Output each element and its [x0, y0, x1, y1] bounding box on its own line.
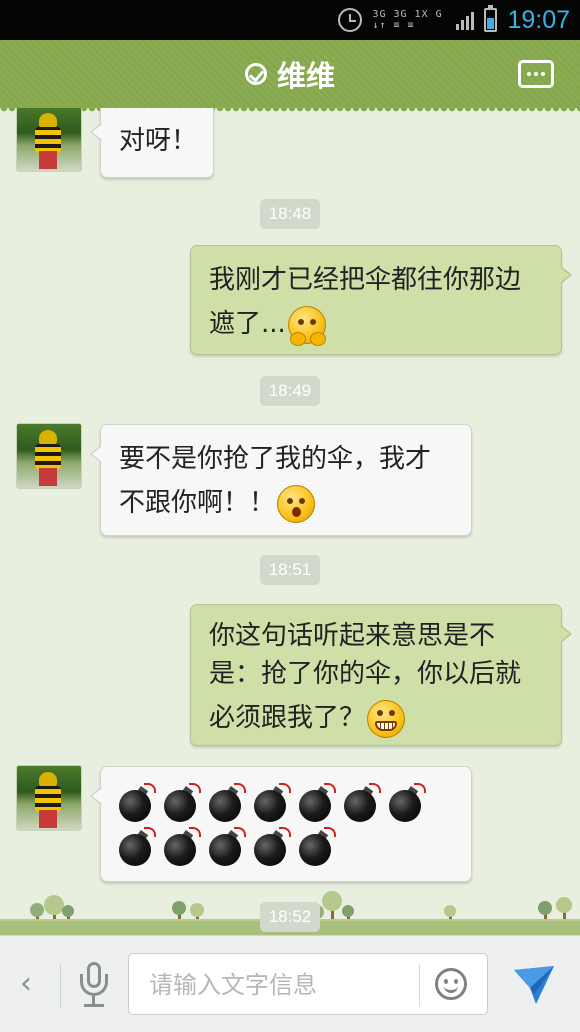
avatar[interactable] — [16, 423, 82, 489]
message-input-box[interactable] — [128, 953, 488, 1015]
bomb-emoji — [164, 826, 201, 866]
message-bubble-incoming[interactable]: 对呀！ — [90, 108, 214, 178]
check-circle-icon — [244, 63, 267, 85]
message-text: 我刚才已经把伞都往你那边 — [209, 265, 522, 295]
grin-face-emoji — [367, 699, 406, 738]
chat-header: 维维 — [0, 40, 580, 112]
timestamp: 18:48 — [260, 199, 320, 229]
bomb-emoji — [119, 826, 156, 866]
bomb-emoji — [299, 826, 336, 866]
shy-face-emoji — [287, 305, 326, 346]
bomb-emoji — [209, 826, 246, 866]
message-bubble-outgoing[interactable]: 你这句话听起来意思是不 是：抢了你的伞，你以后就 必须跟我了？ — [190, 604, 572, 746]
bomb-emoji — [299, 782, 336, 822]
more-dots-icon — [527, 72, 531, 76]
chevron-left-icon[interactable]: ‹ — [20, 966, 32, 1002]
message-text: 必须跟我了？ — [209, 703, 366, 733]
bomb-emoji — [389, 782, 426, 822]
bomb-emoji — [164, 782, 201, 822]
message-input[interactable] — [147, 964, 411, 1006]
microphone-icon[interactable] — [78, 962, 110, 1008]
signal-icon — [456, 10, 475, 30]
timestamp: 18:52 — [260, 902, 320, 932]
avatar[interactable] — [16, 108, 82, 172]
chat-area[interactable]: 对呀！ 18:48 我刚才已经把伞都往你那边 遮了... 18:49 要不是你抢… — [0, 108, 580, 935]
avatar[interactable] — [16, 765, 82, 831]
message-bubble-outgoing[interactable]: 我刚才已经把伞都往你那边 遮了... — [190, 245, 572, 355]
timestamp: 18:49 — [260, 376, 320, 406]
message-text: 对呀！ — [119, 126, 198, 156]
bomb-emoji — [254, 782, 291, 822]
smiley-icon[interactable] — [435, 968, 467, 1000]
message-text: 不跟你啊！！ — [119, 488, 276, 518]
network-indicator: 3G 3G 1X G ↓↑ ≡ ≡ — [372, 9, 443, 31]
message-text: 是：抢了你的伞，你以后就 — [209, 659, 522, 689]
send-plane-icon — [514, 966, 554, 1004]
divider — [60, 964, 61, 1008]
alarm-icon — [338, 8, 363, 32]
message-text: 你这句话听起来意思是不 — [209, 621, 496, 651]
bomb-emoji — [119, 782, 156, 822]
status-bar: 3G 3G 1X G ↓↑ ≡ ≡ 19:07 — [0, 0, 580, 40]
bomb-emoji — [344, 782, 381, 822]
timestamp: 18:51 — [260, 555, 320, 585]
more-options-button[interactable] — [518, 60, 554, 88]
bomb-emoji — [254, 826, 291, 866]
contact-name-title: 维维 — [276, 59, 335, 93]
clock: 19:07 — [507, 5, 570, 34]
input-bar: ‹ — [0, 935, 580, 1032]
message-text: 遮了... — [209, 309, 286, 339]
bomb-emoji — [209, 782, 246, 822]
shocked-face-emoji — [277, 484, 316, 523]
message-text: 要不是你抢了我的伞，我才 — [119, 444, 432, 474]
battery-icon — [484, 5, 498, 32]
message-bubble-incoming[interactable]: 要不是你抢了我的伞，我才 不跟你啊！！ — [90, 424, 472, 536]
message-bubble-incoming[interactable] — [90, 766, 472, 882]
divider — [419, 964, 420, 1006]
send-button[interactable] — [512, 964, 556, 1006]
